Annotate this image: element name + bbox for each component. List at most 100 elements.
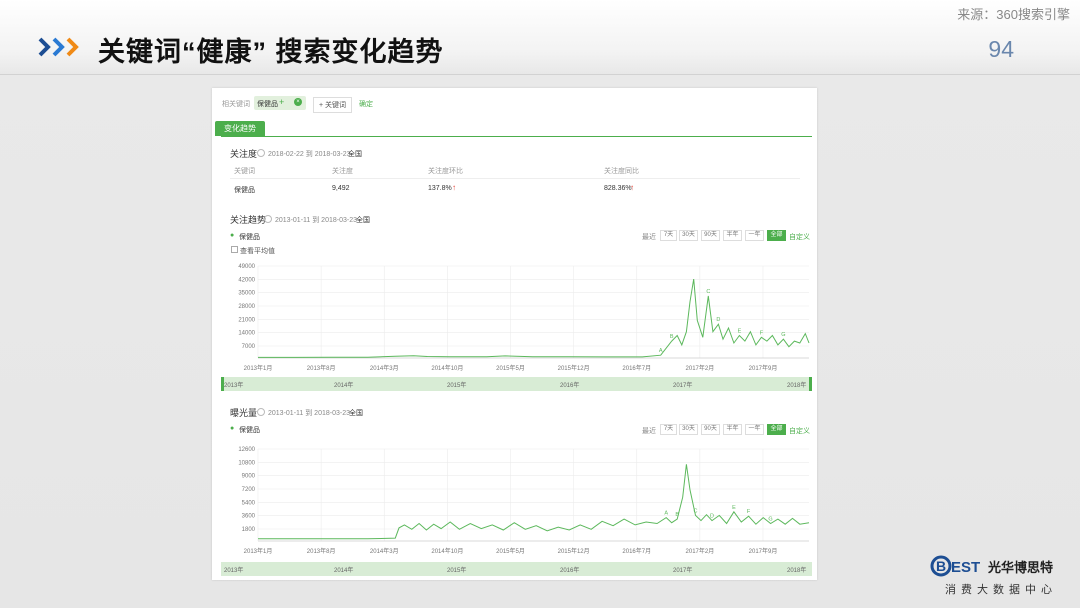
arrow-up-icon: ↑ [452,183,456,192]
related-keyword-label: 相关键词 [222,101,250,108]
y-tick-label: 28000 [238,304,255,310]
source-label: 来源：360搜索引擎 [957,7,1070,22]
legend-dot-icon: ● [230,232,235,239]
average-checkbox[interactable] [231,246,238,253]
tab-trend[interactable]: 变化趋势 [215,121,265,136]
attention-region[interactable]: 全国 [348,149,362,159]
y-tick-label: 12600 [238,447,255,453]
close-icon[interactable]: × [294,98,302,106]
y-tick-label: 21000 [238,317,255,323]
x-tick-label: 2015年12月 [558,547,590,555]
exposure-date: 2013-01-11 到 2018-03-23 [268,410,350,417]
y-tick-label: 35000 [238,291,255,297]
trend-chart: 49000 42000 35000 28000 21000 14000 7000 2013年1… [238,264,810,372]
y-tick-label: 1800 [242,527,256,533]
timeline-label: 2014年 [334,383,354,389]
info-icon[interactable] [257,408,265,416]
timeline-label: 2013年 [224,383,244,389]
range-custom-button[interactable]: 自定义 [789,232,810,242]
exposure-timeline-slider[interactable]: 2013年 2014年 2015年 2016年 2017年 2018年 [221,562,812,576]
x-tick-label: 2017年9月 [749,364,778,372]
svg-text:光华博思特: 光华博思特 [987,560,1053,576]
attention-date: 2018-02-22 到 2018-03-23 [268,151,351,158]
range-90d-button[interactable]: 90天 [701,230,720,241]
timeline-label: 2017年 [673,568,693,574]
x-tick-label: 2015年12月 [558,364,590,372]
y-tick-label: 3600 [242,514,256,520]
range-7d-button[interactable]: 7天 [660,230,677,241]
plus-icon[interactable]: + [279,97,284,107]
x-tick-label: 2017年2月 [686,364,715,372]
x-tick-label: 2016年7月 [622,364,651,372]
row-attention-value: 9,492 [332,185,350,192]
range-half-year-button[interactable]: 半年 [723,230,742,241]
event-marker[interactable]: A [664,511,668,517]
y-tick-label: 10800 [238,460,255,466]
table-header: 关键词 [234,168,255,175]
info-icon[interactable] [257,149,265,157]
range-7d-button[interactable]: 7天 [660,424,677,435]
range-all-button[interactable]: 全部 [767,230,786,241]
range-30d-button[interactable]: 30天 [679,230,698,241]
table-header: 关注度环比 [428,168,463,175]
arrow-up-icon: ↑ [630,183,634,192]
y-tick-label: 7000 [242,344,256,350]
event-marker[interactable]: D [710,514,714,520]
logo-subtitle: 消费大数据中心 [945,584,1057,596]
event-marker[interactable]: C [694,508,698,514]
event-marker[interactable]: F [747,509,751,515]
event-marker[interactable]: B [675,512,679,518]
chevron-right-icon [38,37,79,57]
range-90d-button[interactable]: 90天 [701,424,720,435]
x-tick-label: 2013年8月 [307,547,336,555]
y-tick-label: 5400 [242,500,256,506]
range-30d-button[interactable]: 30天 [679,424,698,435]
y-tick-label: 49000 [238,264,255,270]
row-keyword: 保健品 [234,187,255,194]
event-marker[interactable]: A [659,348,663,354]
x-tick-label: 2014年10月 [431,547,463,555]
attention-title: 关注度 [230,149,258,159]
event-marker[interactable]: D [716,317,720,323]
exposure-title: 曝光量 [230,408,258,418]
event-marker[interactable]: G [768,516,772,522]
keyword-tag-label: 保健品 [257,101,278,108]
confirm-button[interactable]: 确定 [359,99,373,109]
slider-handle-right[interactable] [809,377,812,391]
timeline-label: 2016年 [560,383,580,389]
exposure-legend[interactable]: 保健品 [239,425,260,435]
event-marker[interactable]: E [732,505,736,511]
range-one-year-button[interactable]: 一年 [745,230,764,241]
timeline-label: 2013年 [224,568,244,574]
event-marker[interactable]: C [706,289,710,295]
info-icon[interactable] [264,215,272,223]
y-tick-label: 14000 [238,331,255,337]
range-custom-button[interactable]: 自定义 [789,426,810,436]
event-marker[interactable]: E [738,328,742,334]
x-tick-label: 2014年3月 [370,547,399,555]
add-keyword-button[interactable]: + 关键词 [313,97,353,113]
y-tick-label: 7200 [242,487,256,493]
range-half-year-button[interactable]: 半年 [723,424,742,435]
trend-date: 2013-01-11 到 2018-03-23 [275,217,357,224]
x-tick-label: 2017年9月 [749,547,778,555]
range-all-button[interactable]: 全部 [767,424,786,435]
trend-timeline-slider[interactable]: 2013年 2014年 2015年 2016年 2017年 2018年 [221,377,812,391]
range-one-year-button[interactable]: 一年 [745,424,764,435]
x-tick-label: 2014年3月 [370,364,399,372]
x-tick-label: 2016年7月 [622,547,651,555]
exposure-region[interactable]: 全国 [349,408,363,418]
timeline-label: 2018年 [787,568,807,574]
trend-region[interactable]: 全国 [356,215,370,225]
x-tick-label: 2015年5月 [496,364,525,372]
event-marker[interactable]: G [781,332,785,338]
event-marker[interactable]: B [670,334,674,340]
timeline-label: 2017年 [673,383,693,389]
x-tick-label: 2013年1月 [244,364,273,372]
trend-legend[interactable]: 保健品 [239,232,260,242]
tab-underline [221,136,812,137]
divider [230,178,800,179]
timeline-label: 2015年 [447,383,467,389]
y-tick-label: 9000 [242,474,256,480]
timeline-label: 2014年 [334,568,354,574]
